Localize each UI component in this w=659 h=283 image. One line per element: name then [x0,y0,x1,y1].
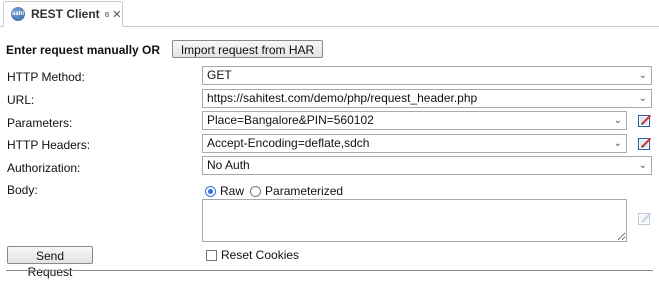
tab-bar: sahi REST Client ɞ ✕ [0,0,659,27]
chevron-down-icon: ⌄ [638,93,647,104]
reset-cookies-row: Reset Cookies [206,248,299,262]
close-icon[interactable]: ✕ [112,8,121,21]
chevron-down-icon: ⌄ [613,138,622,149]
url-input[interactable]: https://sahitest.com/demo/php/request_he… [202,89,652,108]
parameters-label: Parameters: [7,116,73,130]
reset-cookies-checkbox[interactable] [206,249,217,261]
authorization-label: Authorization: [7,161,81,175]
edit-body-icon[interactable] [638,212,652,225]
chevron-down-icon: ⌄ [613,115,622,126]
send-request-button[interactable]: Send Request [7,246,93,279]
raw-radio[interactable] [205,185,216,197]
http-method-select[interactable]: GET ⌄ [202,66,652,85]
divider [6,270,653,271]
raw-radio-label: Raw [220,184,245,198]
parameterized-radio[interactable] [250,185,262,197]
tab-rest-client[interactable]: sahi REST Client ɞ ✕ [3,1,123,27]
chevron-down-icon: ⌄ [638,160,647,171]
edit-headers-icon[interactable] [638,137,652,150]
detach-icon[interactable]: ɞ [105,9,110,19]
reset-cookies-label: Reset Cookies [221,248,300,262]
parameters-value: Place=Bangalore&PIN=560102 [207,113,374,127]
http-headers-input[interactable]: Accept-Encoding=deflate,sdch ⌄ [202,134,627,153]
http-method-label: HTTP Method: [7,70,85,84]
body-textarea[interactable] [202,199,627,242]
http-headers-value: Accept-Encoding=deflate,sdch [207,136,370,150]
parameterized-radio-label: Parameterized [265,184,344,198]
intro-label: Enter request manually OR [6,43,161,57]
edit-parameters-icon[interactable] [638,114,652,127]
http-method-value: GET [207,68,232,82]
import-har-button[interactable]: Import request from HAR [172,40,323,58]
parameters-input[interactable]: Place=Bangalore&PIN=560102 ⌄ [202,111,627,130]
body-label: Body: [7,183,38,197]
url-label: URL: [7,93,35,107]
sahi-icon: sahi [11,7,25,21]
authorization-select[interactable]: No Auth ⌄ [202,156,652,175]
url-value: https://sahitest.com/demo/php/request_he… [207,91,478,105]
http-headers-label: HTTP Headers: [7,138,91,152]
authorization-value: No Auth [207,158,250,172]
body-mode-group: Raw Parameterized [205,184,349,198]
tab-title: REST Client [31,7,100,21]
chevron-down-icon: ⌄ [638,70,647,81]
